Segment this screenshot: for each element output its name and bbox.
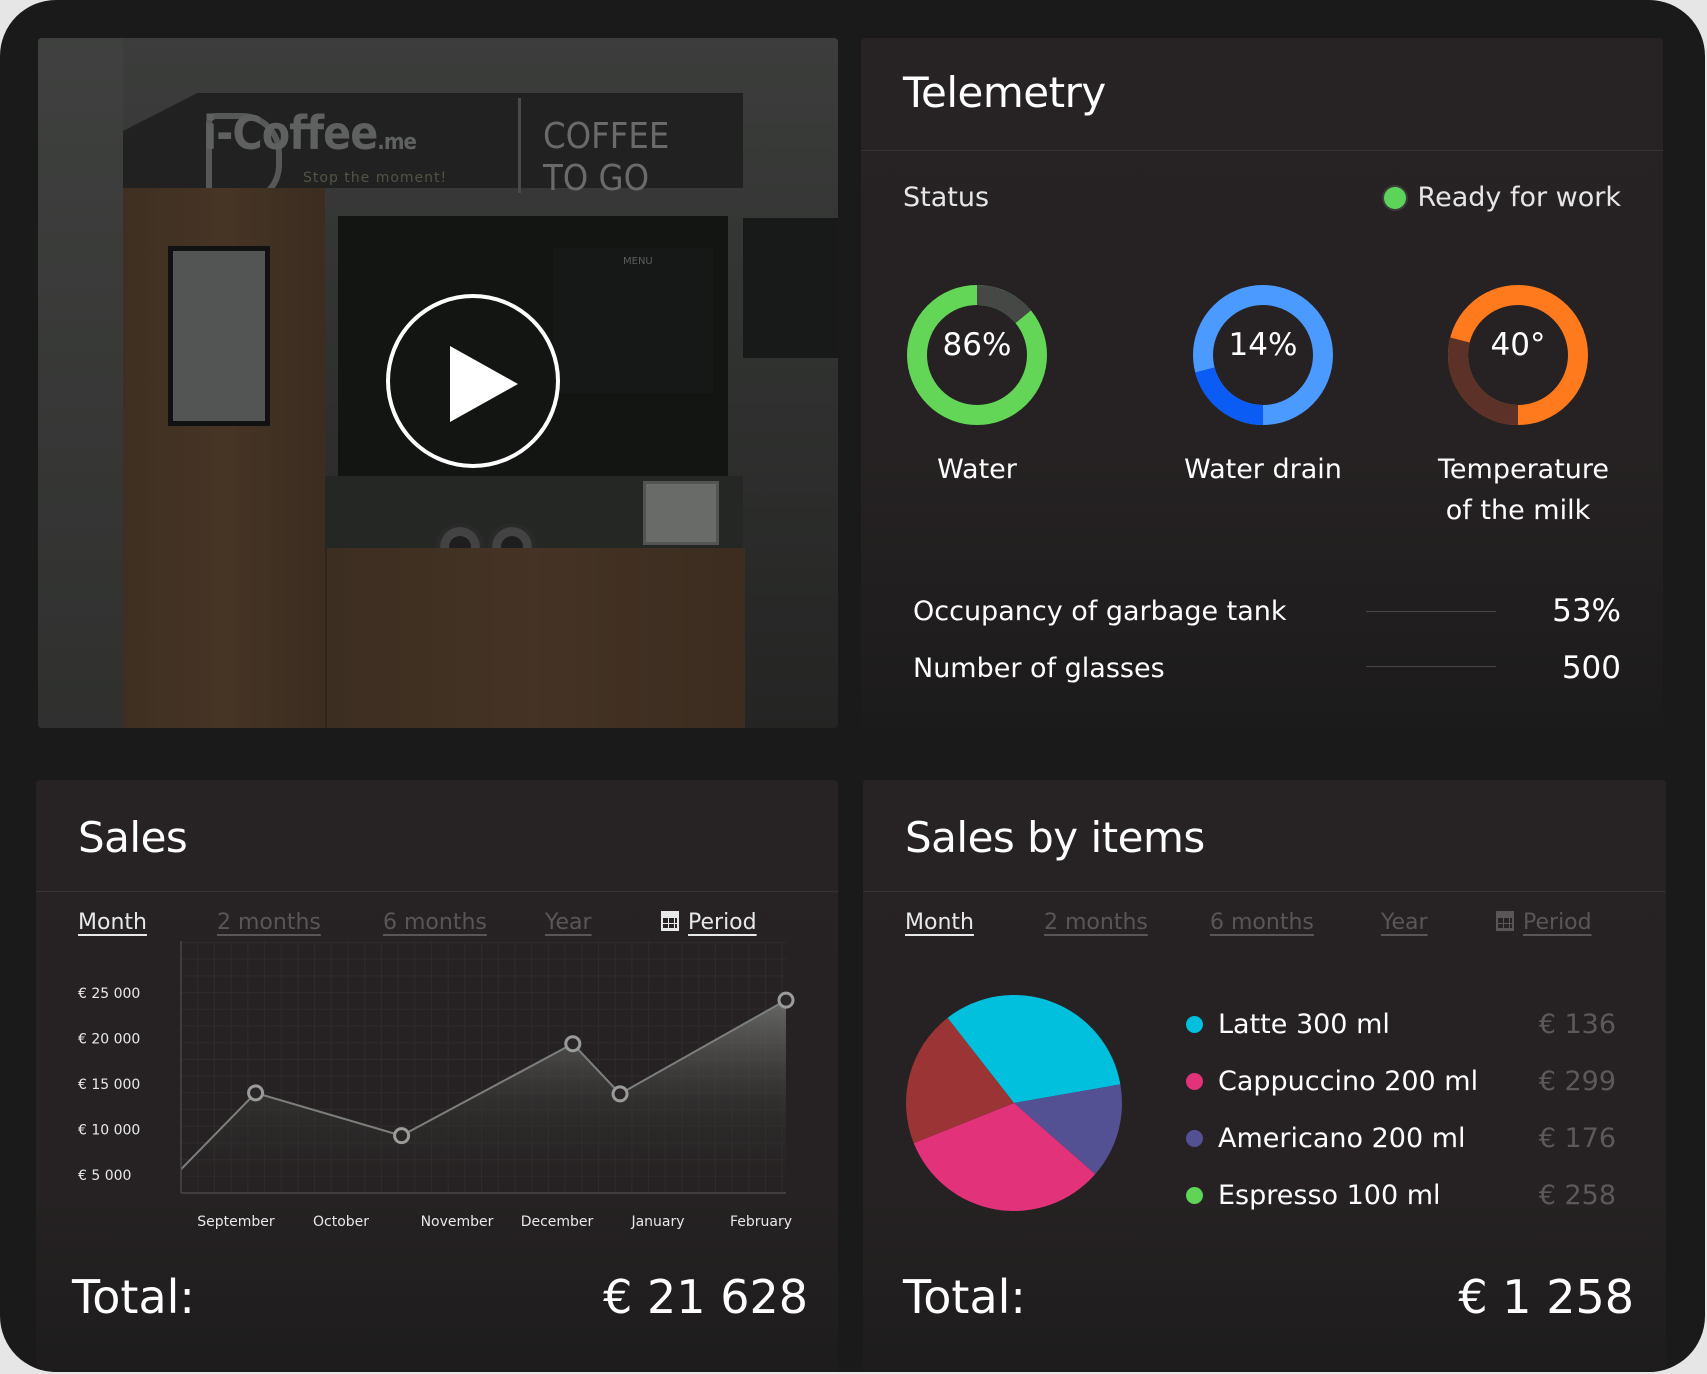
metric-separator-line <box>1366 611 1496 612</box>
gauge-water-drain-value: 14% <box>1228 327 1298 363</box>
x-tick-label: December <box>521 1214 594 1230</box>
sales-line-chart: € 5 000€ 10 000€ 15 000€ 20 000€ 25 000 … <box>78 941 795 1230</box>
gauge-water-label-text: Water <box>937 454 1017 485</box>
items-tab-6-months[interactable]: 6 months <box>1210 910 1314 935</box>
metric-glasses-label: Number of glasses <box>913 652 1165 684</box>
metric-glasses-value: 500 <box>1561 650 1621 686</box>
legend-dot-icon <box>1186 1073 1203 1090</box>
legend-label: Americano 200 ml <box>1218 1123 1466 1154</box>
legend-item: Americano 200 ml € 176 <box>1186 1110 1616 1167</box>
x-tick-label: January <box>630 1214 684 1230</box>
gauge-water-label: Water <box>897 449 1057 490</box>
metric-separator-line <box>1366 666 1496 667</box>
items-tab-period-label: Period <box>1523 910 1592 935</box>
data-point <box>564 1035 582 1053</box>
legend-label: Latte 300 ml <box>1218 1009 1390 1040</box>
status-text: Ready for work <box>1417 182 1621 213</box>
x-tick-label: February <box>730 1214 792 1230</box>
dashboard-frame: i-Coffee.me Stop the moment! COFFEE TO G… <box>0 0 1705 1372</box>
metric-garbage-tank: Occupancy of garbage tank 53% <box>913 591 1621 631</box>
x-tick-label: November <box>421 1214 494 1230</box>
metric-glasses: Number of glasses 500 <box>913 648 1621 688</box>
sales-total-value: € 21 628 <box>603 1270 808 1324</box>
y-tick-label: € 25 000 <box>78 986 140 1002</box>
gauge-milk-temperature: 40° Temperature of the milk <box>1438 275 1610 531</box>
data-point <box>247 1084 265 1102</box>
legend-item: Cappuccino 200 ml € 299 <box>1186 1053 1616 1110</box>
gauge-milk-temperature-label-line2: of the milk <box>1445 495 1591 526</box>
status-indicator-icon <box>1383 186 1406 209</box>
calendar-icon <box>1496 911 1514 931</box>
y-tick-label: € 10 000 <box>78 1122 140 1138</box>
data-point <box>611 1085 629 1103</box>
telemetry-panel: Telemetry Status Ready for work 86% Wate… <box>861 38 1663 728</box>
legend-dot-icon <box>1186 1187 1203 1204</box>
gauge-water-drain: 14% Water drain <box>1183 275 1343 490</box>
sales-panel: Sales Month 2 months 6 months Year Perio… <box>36 780 838 1372</box>
x-tick-label: September <box>197 1214 275 1230</box>
items-total-label: Total: <box>903 1270 1026 1324</box>
legend-value: € 258 <box>1538 1180 1616 1211</box>
gauge-water: 86% Water <box>897 275 1057 490</box>
items-total-value: € 1 258 <box>1458 1270 1634 1324</box>
chart-x-tick-labels: September October November December January F… <box>197 1214 792 1230</box>
chart-y-tick-labels: € 5 000 € 10 000 € 15 000 € 20 000 € 25 000 <box>78 986 140 1184</box>
legend-item: Latte 300 ml € 136 <box>1186 996 1616 1053</box>
legend-item: Espresso 100 ml € 258 <box>1186 1167 1616 1224</box>
legend-dot-icon <box>1186 1130 1203 1147</box>
status-badge: Ready for work <box>1383 182 1621 213</box>
data-point <box>393 1127 411 1145</box>
legend-label: Cappuccino 200 ml <box>1218 1066 1479 1097</box>
sales-area-fill <box>181 1000 786 1193</box>
chart-area-fill-group <box>180 999 787 1193</box>
gauge-water-drain-label: Water drain <box>1183 449 1343 490</box>
legend-label: Espresso 100 ml <box>1218 1180 1441 1211</box>
sales-total-label: Total: <box>72 1270 195 1324</box>
gauge-water-drain-label-text: Water drain <box>1184 454 1342 485</box>
legend-value: € 136 <box>1538 1009 1616 1040</box>
y-tick-label: € 15 000 <box>78 1077 140 1093</box>
gauge-milk-temperature-label-line1: Temperature <box>1438 454 1610 485</box>
legend-dot-icon <box>1186 1016 1203 1033</box>
y-tick-label: € 20 000 <box>78 1031 140 1047</box>
x-tick-label: October <box>313 1214 369 1230</box>
legend-value: € 299 <box>1538 1066 1616 1097</box>
telemetry-header-divider <box>861 150 1663 151</box>
y-tick-label: € 5 000 <box>78 1168 131 1184</box>
gauge-water-value: 86% <box>942 327 1012 363</box>
telemetry-title: Telemetry <box>903 68 1106 117</box>
gauge-milk-temperature-value: 40° <box>1490 327 1546 363</box>
status-label: Status <box>903 182 990 213</box>
metric-garbage-tank-value: 53% <box>1552 593 1621 629</box>
sales-by-items-panel: Sales by items Month 2 months 6 months Y… <box>863 780 1666 1372</box>
items-tab-period[interactable]: Period <box>1496 910 1592 935</box>
video-player[interactable]: i-Coffee.me Stop the moment! COFFEE TO G… <box>38 38 838 728</box>
legend-value: € 176 <box>1538 1123 1616 1154</box>
play-button[interactable] <box>386 294 560 468</box>
play-icon <box>450 346 518 422</box>
items-tab-year[interactable]: Year <box>1381 910 1428 935</box>
metric-garbage-tank-label: Occupancy of garbage tank <box>913 595 1287 627</box>
sales-by-items-pie-chart <box>906 995 1122 1211</box>
pie-legend: Latte 300 ml € 136 Cappuccino 200 ml € 2… <box>1186 996 1616 1224</box>
gauge-milk-temperature-label: Temperature of the milk <box>1438 449 1610 531</box>
data-point <box>777 991 795 1009</box>
